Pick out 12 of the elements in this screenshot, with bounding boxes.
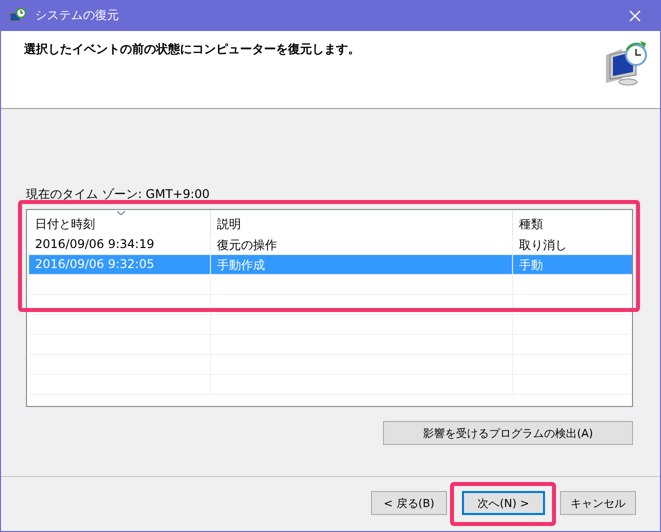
detect-programs-button[interactable]: 影響を受けるプログラムの検出(A) [383, 421, 633, 445]
wizard-button[interactable]: < 戻る(B) [371, 491, 447, 515]
restore-icon [9, 8, 27, 24]
wizard-button[interactable]: 次へ(N) > [462, 491, 545, 515]
table-cell[interactable]: 復元の操作 [211, 235, 513, 255]
table-cell[interactable]: 2016/09/06 9:34:19 [29, 235, 211, 255]
restore-icon [604, 41, 648, 87]
header-text: 選択したイベントの前の状態にコンピューターを復元します。 [24, 41, 360, 58]
window-title: システムの復元 [35, 7, 120, 24]
timezone-label: 現在のタイム ゾーン: GMT+9:00 [26, 186, 211, 203]
close-icon [629, 10, 641, 22]
wizard-button[interactable]: キャンセル [560, 491, 636, 515]
